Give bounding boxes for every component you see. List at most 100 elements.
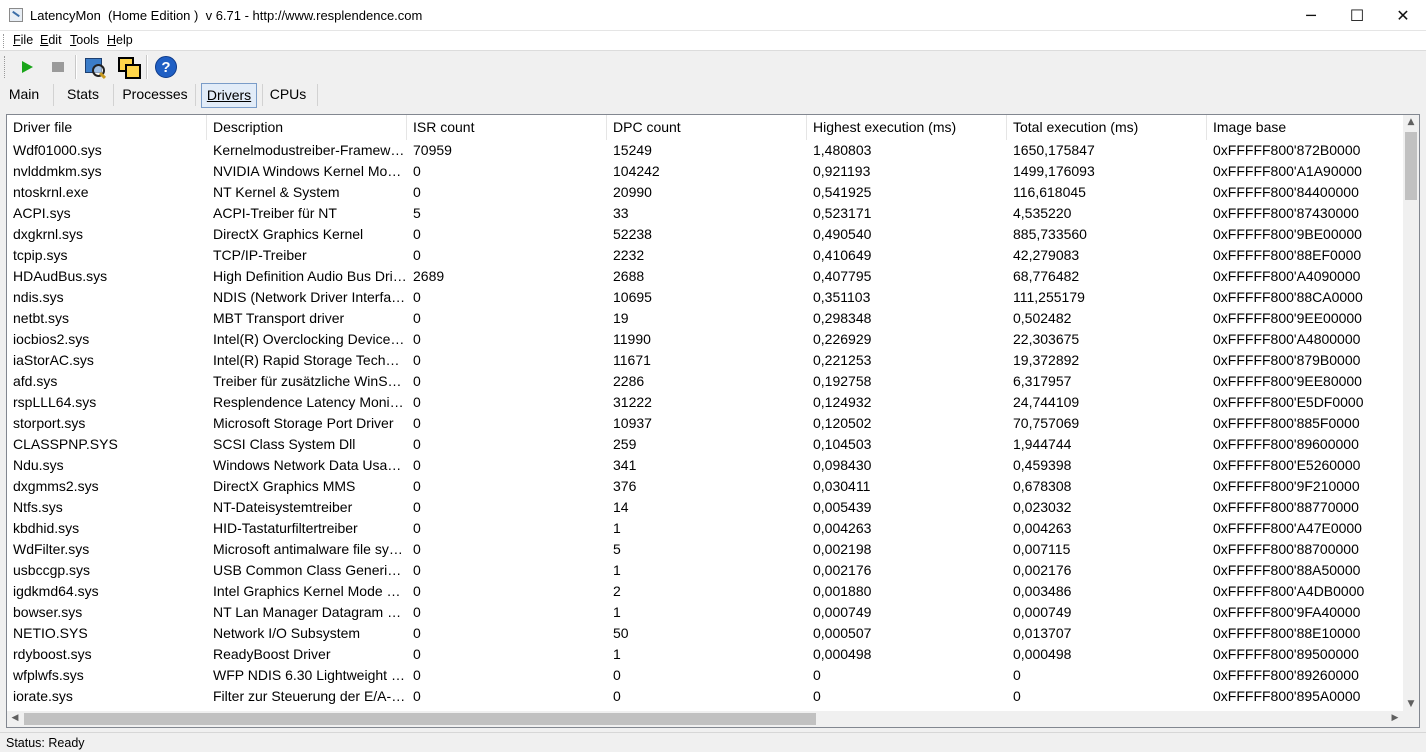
- table-header: Driver file Description ISR count DPC co…: [7, 115, 1405, 140]
- table-row[interactable]: CLASSPNP.SYS SCSI Class System Dll 0 259 0,1…: [7, 434, 1405, 455]
- dpc-count-cell: 2688: [613, 268, 645, 284]
- isr-count-cell: 0: [413, 541, 421, 557]
- vertical-scroll-thumb[interactable]: [1405, 132, 1417, 200]
- isr-count-cell: 0: [413, 583, 421, 599]
- driver-file-cell: Ndu.sys: [13, 457, 64, 473]
- table-row[interactable]: Wdf01000.sys Kernelmodustreiber-Framework…: [7, 140, 1405, 161]
- highest-execution-cell: 0,002198: [813, 541, 872, 557]
- tab-processes[interactable]: Processes: [120, 82, 190, 108]
- table-row[interactable]: iaStorAC.sys Intel(R) Rapid Storage Techn…: [7, 350, 1405, 371]
- drivers-table[interactable]: Driver file Description ISR count DPC co…: [6, 114, 1420, 728]
- table-row[interactable]: ACPI.sys ACPI-Treiber für NT 5 33 0,523171 4,…: [7, 203, 1405, 224]
- highest-execution-cell: 0,000498: [813, 646, 872, 662]
- menu-tools[interactable]: Tools: [70, 33, 99, 47]
- driver-file-cell: dxgkrnl.sys: [13, 226, 84, 242]
- driver-file-cell: CLASSPNP.SYS: [13, 436, 118, 452]
- horizontal-scrollbar[interactable]: ◀ ▶: [7, 711, 1403, 727]
- column-header-dpc-count[interactable]: DPC count: [607, 115, 807, 140]
- description-cell: Windows Network Data Usage Monitoring: [213, 457, 407, 473]
- maximize-button[interactable]: ☐: [1334, 0, 1380, 31]
- table-row[interactable]: afd.sys Treiber für zusätzliche WinSock-F…: [7, 371, 1405, 392]
- scroll-right-icon[interactable]: ▶: [1387, 713, 1403, 723]
- isr-count-cell: 0: [413, 331, 421, 347]
- table-row[interactable]: igdkmd64.sys Intel Graphics Kernel Mode D…: [7, 581, 1405, 602]
- play-icon[interactable]: [14, 55, 38, 79]
- highest-execution-cell: 0,226929: [813, 331, 872, 347]
- help-icon[interactable]: ?: [154, 55, 178, 79]
- table-row[interactable]: ntoskrnl.exe NT Kernel & System 0 20990 0,54…: [7, 182, 1405, 203]
- isr-count-cell: 2689: [413, 268, 445, 284]
- tab-drivers[interactable]: Drivers: [201, 83, 257, 108]
- tab-cpus[interactable]: CPUs: [267, 82, 309, 108]
- table-row[interactable]: Ntfs.sys NT-Dateisystemtreiber 0 14 0,005439…: [7, 497, 1405, 518]
- close-button[interactable]: ✕: [1380, 0, 1426, 31]
- table-row[interactable]: storport.sys Microsoft Storage Port Drive…: [7, 413, 1405, 434]
- total-execution-cell: 1650,175847: [1013, 142, 1095, 158]
- vertical-scrollbar[interactable]: ▲ ▼: [1403, 115, 1419, 711]
- column-header-isr-count[interactable]: ISR count: [407, 115, 607, 140]
- table-row[interactable]: netbt.sys MBT Transport driver 0 19 0,298348…: [7, 308, 1405, 329]
- column-header-image-base[interactable]: Image base: [1207, 115, 1405, 140]
- isr-count-cell: 0: [413, 499, 421, 515]
- table-row[interactable]: usbccgp.sys USB Common Class Generic Pare…: [7, 560, 1405, 581]
- image-base-cell: 0xFFFFF800'89600000: [1213, 436, 1359, 452]
- table-row[interactable]: dxgkrnl.sys DirectX Graphics Kernel 0 52238…: [7, 224, 1405, 245]
- table-row[interactable]: ndis.sys NDIS (Network Driver Interface) 0…: [7, 287, 1405, 308]
- image-base-cell: 0xFFFFF800'A1A90000: [1213, 163, 1362, 179]
- table-row[interactable]: HDAudBus.sys High Definition Audio Bus Dr…: [7, 266, 1405, 287]
- dpc-count-cell: 14: [613, 499, 629, 515]
- image-base-cell: 0xFFFFF800'88770000: [1213, 499, 1359, 515]
- dpc-count-cell: 2: [613, 583, 621, 599]
- tab-stats[interactable]: Stats: [60, 82, 106, 108]
- driver-file-cell: kbdhid.sys: [13, 520, 80, 536]
- scroll-left-icon[interactable]: ◀: [7, 713, 23, 723]
- highest-execution-cell: 0,221253: [813, 352, 872, 368]
- column-header-driver-file[interactable]: Driver file: [7, 115, 207, 140]
- description-cell: DirectX Graphics Kernel: [213, 226, 364, 242]
- menu-file[interactable]: File: [13, 33, 33, 47]
- menu-help[interactable]: Help: [107, 33, 133, 47]
- toolbar-separator: [146, 55, 148, 79]
- table-row[interactable]: WdFilter.sys Microsoft antimalware file s…: [7, 539, 1405, 560]
- total-execution-cell: 1,944744: [1013, 436, 1072, 452]
- column-header-total-execution[interactable]: Total execution (ms): [1007, 115, 1207, 140]
- process-icon[interactable]: [82, 55, 107, 80]
- menu-edit[interactable]: Edit: [40, 33, 62, 47]
- horizontal-scroll-thumb[interactable]: [24, 713, 816, 725]
- minimize-button[interactable]: ─: [1288, 0, 1334, 31]
- isr-count-cell: 0: [413, 226, 421, 242]
- table-row[interactable]: rdyboost.sys ReadyBoost Driver 0 1 0,000498 0…: [7, 644, 1405, 665]
- stop-icon[interactable]: [46, 55, 70, 79]
- highest-execution-cell: 0,298348: [813, 310, 872, 326]
- scroll-up-icon[interactable]: ▲: [1403, 117, 1419, 127]
- isr-count-cell: 0: [413, 415, 421, 431]
- dpc-count-cell: 10695: [613, 289, 652, 305]
- table-row[interactable]: Ndu.sys Windows Network Data Usage Monito…: [7, 455, 1405, 476]
- table-row[interactable]: iocbios2.sys Intel(R) Overclocking Device…: [7, 329, 1405, 350]
- total-execution-cell: 4,535220: [1013, 205, 1072, 221]
- table-row[interactable]: NETIO.SYS Network I/O Subsystem 0 50 0,00050…: [7, 623, 1405, 644]
- windows-icon[interactable]: [116, 55, 141, 79]
- column-header-description[interactable]: Description: [207, 115, 407, 140]
- dpc-count-cell: 0: [613, 667, 621, 683]
- dpc-count-cell: 10937: [613, 415, 652, 431]
- table-row[interactable]: dxgmms2.sys DirectX Graphics MMS 0 376 0,030…: [7, 476, 1405, 497]
- table-row[interactable]: iorate.sys Filter zur Steuerung der E/A-R…: [7, 686, 1405, 707]
- highest-execution-cell: 0,407795: [813, 268, 872, 284]
- tab-main[interactable]: Main: [2, 82, 46, 108]
- image-base-cell: 0xFFFFF800'E5260000: [1213, 457, 1361, 473]
- tab-divider: [113, 84, 114, 106]
- table-row[interactable]: bowser.sys NT Lan Manager Datagram Receiv…: [7, 602, 1405, 623]
- table-row[interactable]: tcpip.sys TCP/IP-Treiber 0 2232 0,410649 42,2…: [7, 245, 1405, 266]
- driver-file-cell: Wdf01000.sys: [13, 142, 102, 158]
- table-row[interactable]: rspLLL64.sys Resplendence Latency Monitor…: [7, 392, 1405, 413]
- column-header-highest-execution[interactable]: Highest execution (ms): [807, 115, 1007, 140]
- table-row[interactable]: nvlddmkm.sys NVIDIA Windows Kernel Mode D…: [7, 161, 1405, 182]
- table-row[interactable]: kbdhid.sys HID-Tastaturfiltertreiber 0 1 0,0…: [7, 518, 1405, 539]
- image-base-cell: 0xFFFFF800'89500000: [1213, 646, 1359, 662]
- driver-file-cell: storport.sys: [13, 415, 86, 431]
- table-row[interactable]: wfplwfs.sys WFP NDIS 6.30 Lightweight Fil…: [7, 665, 1405, 686]
- total-execution-cell: 0,004263: [1013, 520, 1072, 536]
- scroll-down-icon[interactable]: ▼: [1403, 699, 1419, 709]
- description-cell: USB Common Class Generic Parent Driver: [213, 562, 407, 578]
